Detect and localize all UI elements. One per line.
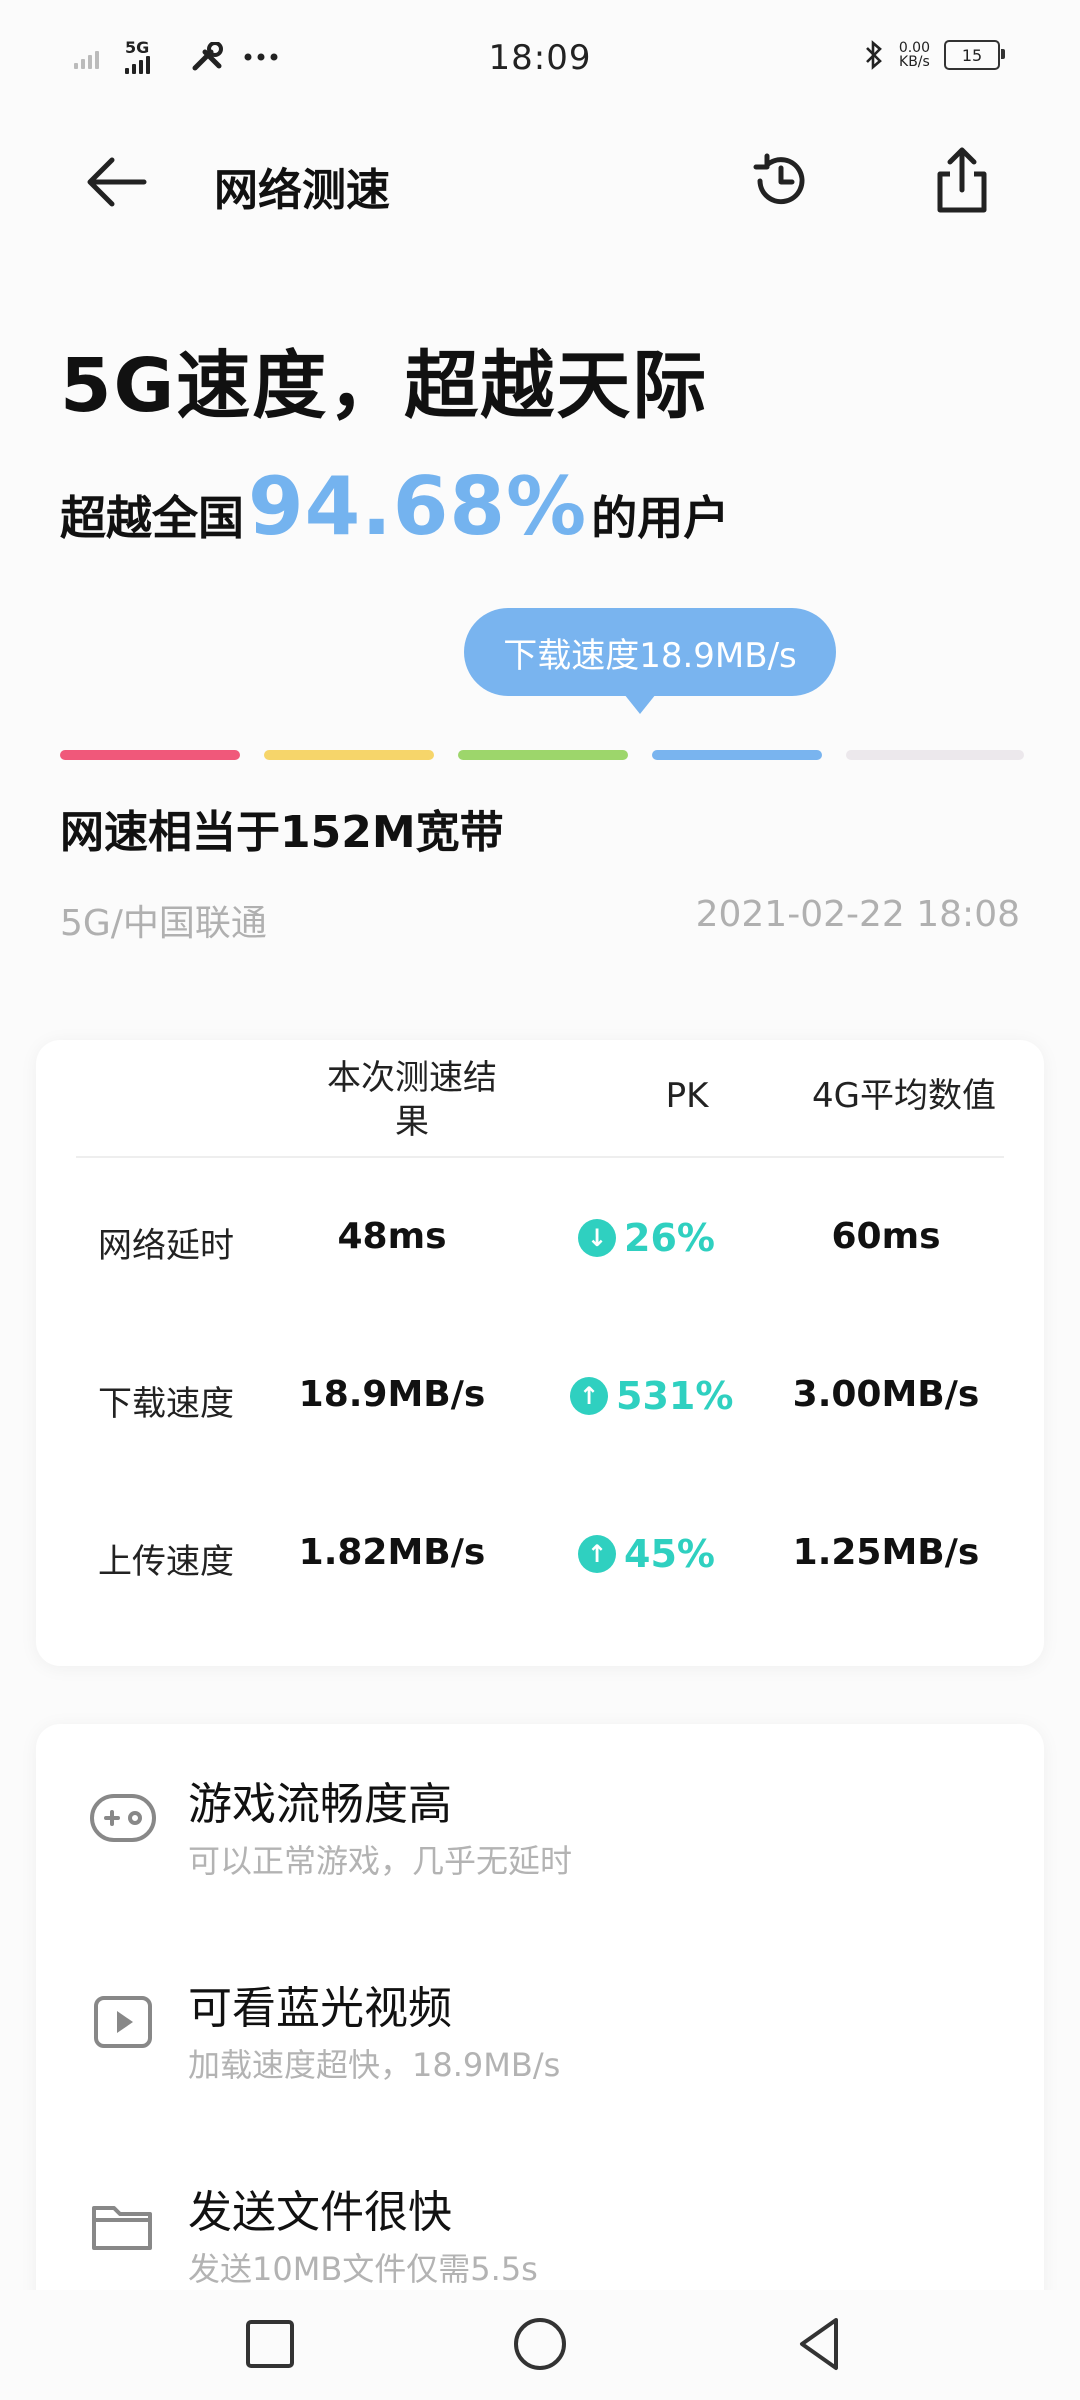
bandwidth-equivalent: 网速相当于152M宽带 bbox=[60, 807, 504, 858]
feature-item-video: 可看蓝光视频 加载速度超快，18.9MB/s bbox=[36, 1958, 1044, 2084]
feature-item-file-transfer: 发送文件很快 发送10MB文件仅需5.5s bbox=[36, 2162, 1044, 2288]
table-row: 上传速度 1.82MB/s ↑ 45% 1.25MB/s bbox=[36, 1508, 1044, 1608]
row-pk: ↓ 26% bbox=[578, 1216, 715, 1260]
row-pk-value: 531% bbox=[616, 1374, 734, 1418]
row-pk-value: 45% bbox=[624, 1532, 715, 1576]
feature-list: 游戏流畅度高 可以正常游戏，几乎无延时 可看蓝光视频 加载速度超快，18.9MB… bbox=[36, 1724, 1044, 2324]
arrow-left-icon bbox=[87, 157, 147, 207]
percentile-value: 94.68% bbox=[248, 460, 588, 553]
folder-icon bbox=[92, 2206, 152, 2250]
row-current: 48ms bbox=[337, 1216, 447, 1257]
feature-title: 游戏流畅度高 bbox=[188, 1779, 452, 1830]
table-row: 下载速度 18.9MB/s ↑ 531% 3.00MB/s bbox=[36, 1350, 1044, 1450]
level-segment-3 bbox=[458, 750, 628, 760]
net-speed: 0.00 KB/s bbox=[899, 41, 930, 69]
app-bar: 网络测速 bbox=[0, 130, 1080, 230]
row-average: 60ms bbox=[831, 1216, 941, 1257]
net-speed-unit: KB/s bbox=[899, 54, 930, 70]
triangle-back-icon bbox=[800, 2318, 838, 2370]
row-pk: ↑ 531% bbox=[570, 1374, 733, 1418]
feature-item-gaming: 游戏流畅度高 可以正常游戏，几乎无延时 bbox=[36, 1754, 1044, 1880]
header-pk: PK bbox=[665, 1076, 709, 1116]
feature-title: 可看蓝光视频 bbox=[188, 1983, 452, 2034]
share-button[interactable] bbox=[932, 144, 992, 216]
percentile-line: 超越全国 94.68% 的用户 bbox=[60, 460, 729, 553]
test-timestamp: 2021-02-22 18:08 bbox=[695, 894, 1020, 935]
row-label: 网络延时 bbox=[98, 1226, 234, 1266]
row-label: 下载速度 bbox=[98, 1384, 234, 1424]
header-current: 本次测速结果 bbox=[327, 1058, 497, 1142]
arrow-up-icon: ↑ bbox=[578, 1535, 616, 1573]
feature-subtitle: 可以正常游戏，几乎无延时 bbox=[188, 1842, 573, 1880]
circle-icon bbox=[514, 2318, 566, 2370]
arrow-down-icon: ↓ bbox=[578, 1219, 616, 1257]
row-current: 18.9MB/s bbox=[298, 1374, 486, 1415]
row-average: 1.25MB/s bbox=[792, 1532, 980, 1573]
video-play-icon bbox=[94, 1996, 152, 2048]
feature-subtitle: 加载速度超快，18.9MB/s bbox=[188, 2046, 561, 2084]
row-pk: ↑ 45% bbox=[578, 1532, 715, 1576]
speed-level-bar bbox=[60, 750, 1024, 760]
row-pk-value: 26% bbox=[624, 1216, 715, 1260]
header-average: 4G平均数值 bbox=[812, 1076, 996, 1116]
level-segment-2 bbox=[264, 750, 434, 760]
percentile-prefix: 超越全国 bbox=[60, 491, 244, 545]
battery-level: 15 bbox=[961, 45, 983, 65]
square-icon bbox=[246, 2320, 294, 2368]
level-segment-5 bbox=[846, 750, 1024, 760]
page-title: 网络测速 bbox=[214, 165, 390, 216]
battery-icon: 15 bbox=[944, 40, 1005, 70]
feature-title: 发送文件很快 bbox=[188, 2187, 452, 2238]
history-icon bbox=[753, 153, 805, 205]
feature-subtitle: 发送10MB文件仅需5.5s bbox=[188, 2250, 538, 2288]
bluetooth-icon bbox=[865, 40, 882, 70]
gamepad-icon bbox=[90, 1794, 156, 1842]
speed-test-screen: 5G 18:09 0.00 KB/s 15 网络测速 5G速度，超越天际 超越全… bbox=[0, 0, 1080, 2400]
row-label: 上传速度 bbox=[98, 1542, 234, 1582]
history-button[interactable] bbox=[748, 148, 814, 214]
carrier-label: 5G/中国联通 bbox=[60, 903, 267, 944]
percentile-suffix: 的用户 bbox=[591, 491, 730, 545]
net-speed-value: 0.00 bbox=[898, 40, 930, 56]
status-bar: 5G 18:09 0.00 KB/s 15 bbox=[0, 0, 1080, 120]
row-average: 3.00MB/s bbox=[792, 1374, 980, 1415]
home-button[interactable] bbox=[510, 2314, 570, 2374]
system-nav-bar bbox=[0, 2290, 1080, 2400]
table-header: 本次测速结果 PK 4G平均数值 bbox=[76, 1040, 1004, 1158]
row-current: 1.82MB/s bbox=[298, 1532, 486, 1573]
status-right: 0.00 KB/s 15 bbox=[863, 40, 1005, 70]
recents-button[interactable] bbox=[240, 2314, 300, 2374]
level-segment-4 bbox=[652, 750, 822, 760]
back-nav-button[interactable] bbox=[790, 2314, 850, 2374]
comparison-table: 本次测速结果 PK 4G平均数值 网络延时 48ms ↓ 26% 60ms 下载… bbox=[36, 1040, 1044, 1666]
share-icon bbox=[937, 147, 987, 213]
back-button[interactable] bbox=[82, 152, 152, 212]
level-segment-1 bbox=[60, 750, 240, 760]
arrow-up-icon: ↑ bbox=[570, 1377, 608, 1415]
result-headline: 5G速度，超越天际 bbox=[60, 343, 709, 429]
table-row: 网络延时 48ms ↓ 26% 60ms bbox=[36, 1192, 1044, 1292]
download-speed-tooltip: 下载速度18.9MB/s bbox=[464, 608, 836, 714]
